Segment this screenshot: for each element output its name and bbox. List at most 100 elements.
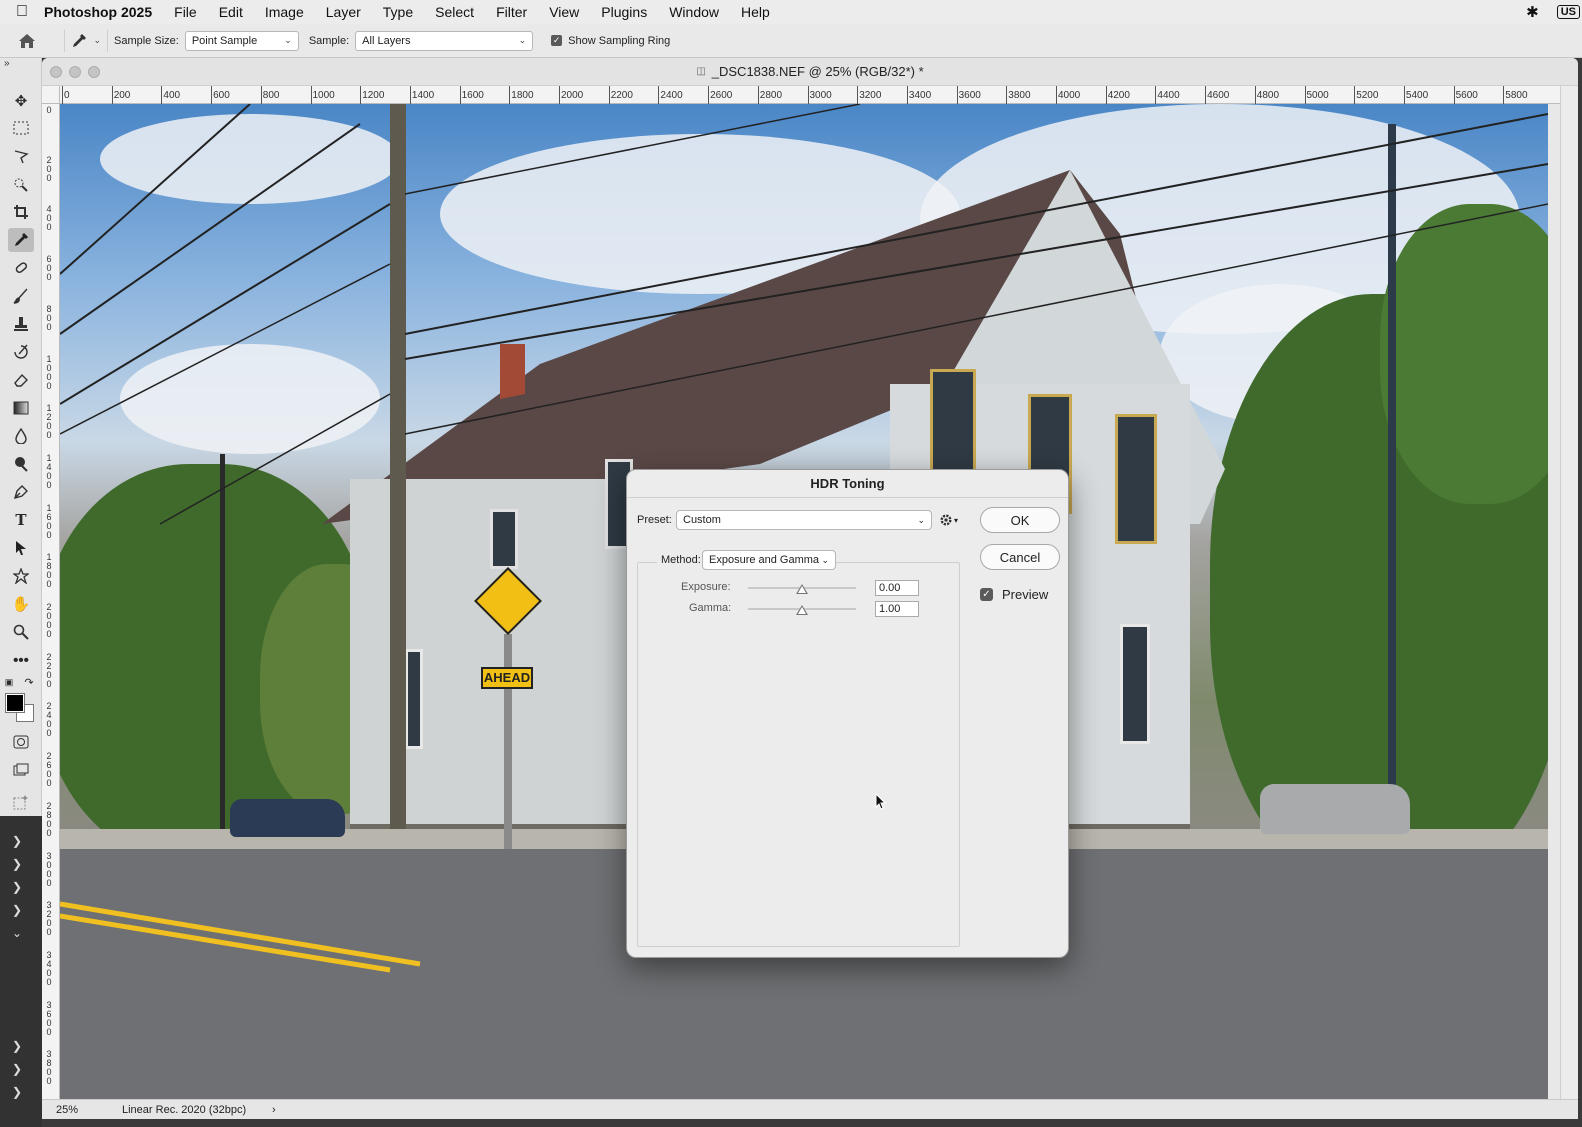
ruler-h-label: 0	[62, 86, 70, 104]
menu-type[interactable]: Type	[383, 4, 413, 20]
method-dropdown[interactable]: Exposure and Gamma ⌄	[702, 550, 836, 570]
ruler-origin[interactable]	[42, 86, 60, 104]
ruler-v-label: 1800	[46, 552, 52, 590]
sample-size-value: Point Sample	[191, 34, 258, 47]
ruler-h-label: 3200	[857, 86, 882, 104]
ruler-h-label: 2400	[658, 86, 683, 104]
menu-layer[interactable]: Layer	[326, 4, 361, 20]
menu-view[interactable]: View	[549, 4, 579, 20]
zoom-window-button[interactable]	[88, 66, 100, 78]
sampling-ring-checkbox[interactable]: ✓	[551, 35, 563, 46]
ruler-h-label: 4800	[1254, 86, 1280, 104]
preset-dropdown[interactable]: Custom ⌄	[676, 510, 932, 530]
options-bar: ⌄ Sample Size: Point Sample ⌄ Sample: Al…	[0, 24, 1582, 58]
ok-button[interactable]: OK	[980, 507, 1060, 533]
chevron-down-icon[interactable]: ⌄	[93, 35, 101, 46]
apple-logo-icon[interactable]: 	[0, 3, 44, 21]
collapsed-side-panel: ❯ ❯ ❯ ❯ ⌄ ❯ ❯ ❯	[0, 816, 42, 1127]
status-bar: 25% Linear Rec. 2020 (32bpc) ›	[42, 1099, 1578, 1119]
menu-app-name[interactable]: Photoshop 2025	[44, 4, 152, 20]
ruler-h-label: 4400	[1155, 86, 1180, 104]
type-tool-icon[interactable]: T	[8, 508, 34, 532]
menu-window[interactable]: Window	[669, 4, 719, 20]
eyedropper-icon[interactable]: ⌄	[71, 33, 101, 49]
exposure-input[interactable]: 0.00	[875, 580, 919, 596]
preview-checkbox[interactable]: ✓	[980, 588, 993, 601]
default-colors-icon[interactable]: ▣	[2, 670, 16, 694]
history-brush-tool-icon[interactable]	[8, 340, 34, 364]
chevron-right-icon[interactable]: ❯	[12, 903, 22, 917]
minimize-window-button[interactable]	[69, 66, 81, 78]
gamma-slider-thumb[interactable]	[796, 605, 808, 615]
ruler-v-label: 2800	[46, 800, 52, 838]
quick-mask-icon[interactable]	[8, 730, 34, 754]
screen-mode-icon[interactable]	[8, 758, 34, 782]
ruler-h-label: 3600	[956, 86, 981, 104]
chevron-right-icon[interactable]: ❯	[12, 1085, 22, 1099]
chevron-right-icon[interactable]: ›	[272, 1104, 276, 1116]
hand-tool-icon[interactable]: ✋	[8, 592, 34, 616]
home-icon[interactable]	[10, 26, 44, 56]
brush-tool-icon[interactable]	[8, 284, 34, 308]
custom-shape-tool-icon[interactable]	[8, 564, 34, 588]
dodge-tool-icon[interactable]	[8, 452, 34, 476]
close-window-button[interactable]	[50, 66, 62, 78]
vertical-scrollbar[interactable]	[1560, 86, 1578, 1099]
quick-selection-tool-icon[interactable]	[8, 172, 34, 196]
chevron-right-icon[interactable]: ❯	[12, 1062, 22, 1076]
clone-stamp-tool-icon[interactable]	[8, 312, 34, 336]
sample-value: All Layers	[362, 34, 411, 47]
vertical-ruler[interactable]: 0 200 400 600 800 1000 1200 1400 1600 1800 2000 220…	[42, 104, 60, 1099]
foreground-color-swatch[interactable]	[5, 693, 25, 713]
ruler-h-label: 200	[111, 86, 131, 104]
path-selection-tool-icon[interactable]	[8, 536, 34, 560]
chevron-down-icon[interactable]: ⌄	[12, 926, 22, 940]
gear-icon[interactable]: ▾	[939, 510, 963, 530]
gradient-tool-icon[interactable]	[8, 396, 34, 420]
zoom-level[interactable]: 25%	[56, 1104, 122, 1116]
color-profile: Linear Rec. 2020 (32bpc)	[122, 1103, 247, 1116]
ruler-h-label: 1200	[360, 86, 385, 104]
menu-file[interactable]: File	[174, 4, 197, 20]
bluetooth-icon[interactable]: ✱	[1526, 3, 1539, 21]
horizontal-ruler[interactable]: 0 200 400 600 800 1000 1200 1400 1600 1800 2000 220…	[60, 86, 1560, 104]
sample-label: Sample:	[308, 34, 350, 47]
sample-size-dropdown[interactable]: Point Sample ⌄	[184, 30, 299, 51]
menu-image[interactable]: Image	[265, 4, 304, 20]
menu-select[interactable]: Select	[435, 4, 474, 20]
pen-tool-icon[interactable]	[8, 480, 34, 504]
healing-brush-tool-icon[interactable]	[8, 256, 34, 280]
chevron-right-icon[interactable]: ❯	[12, 1039, 22, 1053]
marquee-tool-icon[interactable]	[8, 116, 34, 140]
eyedropper-tool-icon[interactable]	[8, 228, 34, 252]
chevron-down-icon: ⌄	[821, 554, 829, 565]
document-title: _DSC1838.NEF @ 25% (RGB/32*) *	[711, 64, 924, 79]
more-tools-icon[interactable]: •••	[8, 648, 34, 672]
swap-colors-icon[interactable]: ↷	[22, 670, 36, 694]
crop-tool-icon[interactable]	[8, 200, 34, 224]
chevron-right-icon[interactable]: ❯	[12, 880, 22, 894]
exposure-slider-thumb[interactable]	[796, 584, 808, 594]
gamma-input[interactable]: 1.00	[875, 601, 919, 617]
collapse-panel-icon[interactable]: »	[0, 58, 41, 72]
cancel-button[interactable]: Cancel	[980, 544, 1060, 570]
chevron-right-icon[interactable]: ❯	[12, 857, 22, 871]
preset-value: Custom	[683, 514, 721, 526]
ruler-h-label: 1400	[409, 86, 435, 104]
eraser-tool-icon[interactable]	[8, 368, 34, 392]
menu-plugins[interactable]: Plugins	[601, 4, 647, 20]
ruler-v-label: 3000	[46, 850, 52, 888]
lasso-tool-icon[interactable]	[8, 144, 34, 168]
blur-tool-icon[interactable]	[8, 424, 34, 448]
ruler-v-label: 2400	[46, 701, 52, 739]
input-source-indicator[interactable]: US	[1556, 5, 1580, 19]
chevron-right-icon[interactable]: ❯	[12, 834, 22, 848]
generative-fill-icon[interactable]	[8, 790, 34, 814]
menu-help[interactable]: Help	[741, 4, 770, 20]
menu-edit[interactable]: Edit	[219, 4, 243, 20]
zoom-tool-icon[interactable]	[8, 620, 34, 644]
ruler-h-label: 3400	[906, 86, 932, 104]
menu-filter[interactable]: Filter	[496, 4, 527, 20]
move-tool-icon[interactable]: ✥	[8, 89, 34, 113]
sample-dropdown[interactable]: All Layers ⌄	[355, 30, 534, 51]
